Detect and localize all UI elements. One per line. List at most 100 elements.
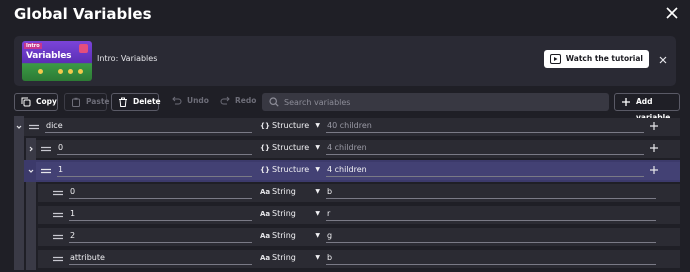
variable-row-selected[interactable]: 1 {} Structure ▼ 4 children: [14, 160, 680, 182]
tree-indent-bar: [14, 182, 24, 204]
variable-type-select[interactable]: String ▼: [272, 251, 320, 265]
dice-icon: [38, 69, 43, 74]
drag-handle-icon[interactable]: [41, 145, 51, 153]
copy-button[interactable]: Copy: [14, 93, 58, 111]
copy-icon: [21, 97, 31, 107]
thumbnail-tag: Intro: [24, 43, 42, 49]
variable-value-field[interactable]: b: [326, 251, 656, 265]
redo-button[interactable]: Redo: [214, 93, 258, 111]
drag-handle-icon[interactable]: [41, 167, 51, 175]
coin-icon: [78, 69, 83, 74]
add-child-icon[interactable]: [649, 165, 659, 175]
close-banner-icon[interactable]: [658, 55, 668, 65]
variable-type-label: String: [272, 231, 296, 240]
tree-indent-bar: [14, 248, 24, 270]
search-input[interactable]: [284, 93, 602, 111]
drag-handle-icon[interactable]: [53, 189, 63, 197]
tree-indent-bar: [26, 182, 36, 204]
paste-label: Paste: [86, 97, 110, 106]
variables-tree: dice {} Structure ▼ 40 children 0 {} Stru…: [14, 116, 680, 272]
redo-label: Redo: [235, 96, 257, 105]
structure-type-icon: {}: [260, 166, 270, 174]
undo-label: Undo: [187, 96, 209, 105]
variable-row[interactable]: 2 Aa String ▼ g: [14, 226, 680, 248]
chevron-down-icon[interactable]: [26, 166, 36, 176]
chevron-down-icon[interactable]: [14, 122, 24, 132]
tree-indent-bar: [26, 226, 36, 248]
gdevelop-logo-icon: [79, 44, 88, 53]
tree-indent-bar: [14, 138, 24, 160]
video-icon: [549, 54, 561, 64]
drag-handle-icon[interactable]: [53, 211, 63, 219]
add-child-icon[interactable]: [649, 121, 659, 131]
string-type-icon: Aa: [260, 188, 271, 196]
variable-value-field[interactable]: b: [326, 185, 656, 199]
chevron-down-icon: ▼: [315, 144, 320, 151]
variable-value-field: 4 children: [326, 163, 644, 177]
variable-name-field[interactable]: 1: [69, 207, 252, 221]
variable-type-label: Structure: [272, 121, 310, 130]
drag-handle-icon[interactable]: [29, 123, 39, 131]
undo-button[interactable]: Undo: [166, 93, 211, 111]
toolbar: Copy Paste Delete Undo Redo Add variable: [14, 93, 680, 122]
tree-indent-bar: [14, 204, 24, 226]
drag-handle-icon[interactable]: [53, 255, 63, 263]
redo-icon: [220, 96, 230, 105]
variable-name-field[interactable]: 2: [69, 229, 252, 243]
variable-type-select[interactable]: String ▼: [272, 229, 320, 243]
variable-type-label: Structure: [272, 143, 310, 152]
tutorial-title: Intro: Variables: [97, 54, 158, 63]
variable-row[interactable]: 0 Aa String ▼ b: [14, 182, 680, 204]
variable-type-select[interactable]: Structure ▼: [272, 163, 320, 177]
variable-row[interactable]: 1 Aa String ▼ r: [14, 204, 680, 226]
copy-label: Copy: [36, 97, 57, 106]
chevron-down-icon: ▼: [315, 166, 320, 173]
variable-row[interactable]: 0 {} Structure ▼ 4 children: [14, 138, 680, 160]
string-type-icon: Aa: [260, 254, 271, 262]
variable-type-label: String: [272, 209, 296, 218]
variable-row[interactable]: attribute Aa String ▼ b: [14, 248, 680, 270]
variable-type-select[interactable]: String ▼: [272, 207, 320, 221]
tree-indent-bar: [26, 204, 36, 226]
variable-value-field: 4 children: [326, 141, 644, 155]
plus-icon: [622, 98, 630, 106]
variable-name-field[interactable]: 0: [57, 141, 252, 155]
variable-type-select[interactable]: Structure ▼: [272, 141, 320, 155]
string-type-icon: Aa: [260, 210, 271, 218]
variable-type-label: String: [272, 187, 296, 196]
watch-tutorial-button[interactable]: Watch the tutorial: [543, 50, 649, 68]
chevron-down-icon: ▼: [315, 122, 320, 129]
paste-button[interactable]: Paste: [64, 93, 110, 111]
close-icon[interactable]: [664, 5, 680, 21]
undo-icon: [172, 96, 182, 105]
chevron-right-icon[interactable]: [26, 144, 36, 154]
structure-type-icon: {}: [260, 144, 270, 152]
coin-icon: [58, 69, 63, 74]
variable-value-field[interactable]: g: [326, 229, 656, 243]
variable-type-select[interactable]: Structure ▼: [272, 119, 320, 133]
delete-button[interactable]: Delete: [111, 93, 161, 111]
tutorial-banner: Intro Variables Intro: Variables Watch t…: [14, 36, 676, 86]
variable-row[interactable]: dice {} Structure ▼ 40 children: [14, 116, 680, 138]
trash-icon: [119, 97, 127, 107]
delete-label: Delete: [133, 97, 161, 106]
chevron-down-icon: ▼: [315, 188, 320, 195]
tree-indent-bar: [14, 226, 24, 248]
variable-name-field[interactable]: dice: [45, 119, 252, 133]
variable-type-select[interactable]: String ▼: [272, 185, 320, 199]
chevron-down-icon: ▼: [315, 232, 320, 239]
drag-handle-icon[interactable]: [53, 233, 63, 241]
variable-name-field[interactable]: attribute: [69, 251, 252, 265]
tree-indent-bar: [14, 160, 24, 182]
variable-value-field: 40 children: [326, 119, 644, 133]
tree-indent-bar: [26, 248, 36, 270]
add-variable-button[interactable]: Add variable: [614, 93, 680, 122]
string-type-icon: Aa: [260, 232, 271, 240]
variable-name-field[interactable]: 1: [57, 163, 252, 177]
chevron-down-icon: ▼: [315, 254, 320, 261]
variable-value-field[interactable]: r: [326, 207, 656, 221]
coin-icon: [68, 69, 73, 74]
tutorial-thumbnail[interactable]: Intro Variables: [22, 41, 92, 81]
add-child-icon[interactable]: [649, 143, 659, 153]
variable-name-field[interactable]: 0: [69, 185, 252, 199]
